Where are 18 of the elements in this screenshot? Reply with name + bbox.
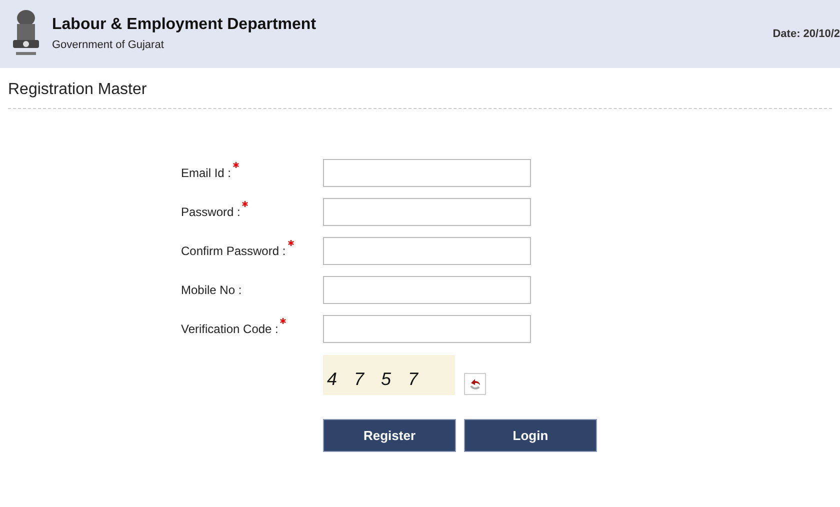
login-button[interactable]: Login (464, 419, 597, 452)
department-subtitle: Government of Gujarat (52, 38, 165, 53)
field-label: Password : (181, 204, 240, 221)
field-label: Confirm Password : (181, 243, 286, 260)
field-label: Email Id : (181, 165, 232, 182)
refresh-icon[interactable] (464, 373, 486, 395)
input-field[interactable] (323, 198, 531, 226)
date-text: Date: 20/10/2 (772, 26, 840, 42)
input-field[interactable] (323, 237, 531, 265)
input-field[interactable] (323, 276, 531, 304)
field-label: Verification Code : (181, 321, 278, 338)
input-field[interactable] (323, 315, 531, 343)
register-button[interactable]: Register (323, 419, 456, 452)
field-label: Mobile No : (181, 282, 242, 299)
department-title: Labour & Employment Department (52, 14, 316, 35)
captcha-image: 4 7 5 7 (323, 355, 455, 395)
input-field[interactable] (323, 159, 531, 187)
page-title: Registration Master (8, 81, 147, 98)
